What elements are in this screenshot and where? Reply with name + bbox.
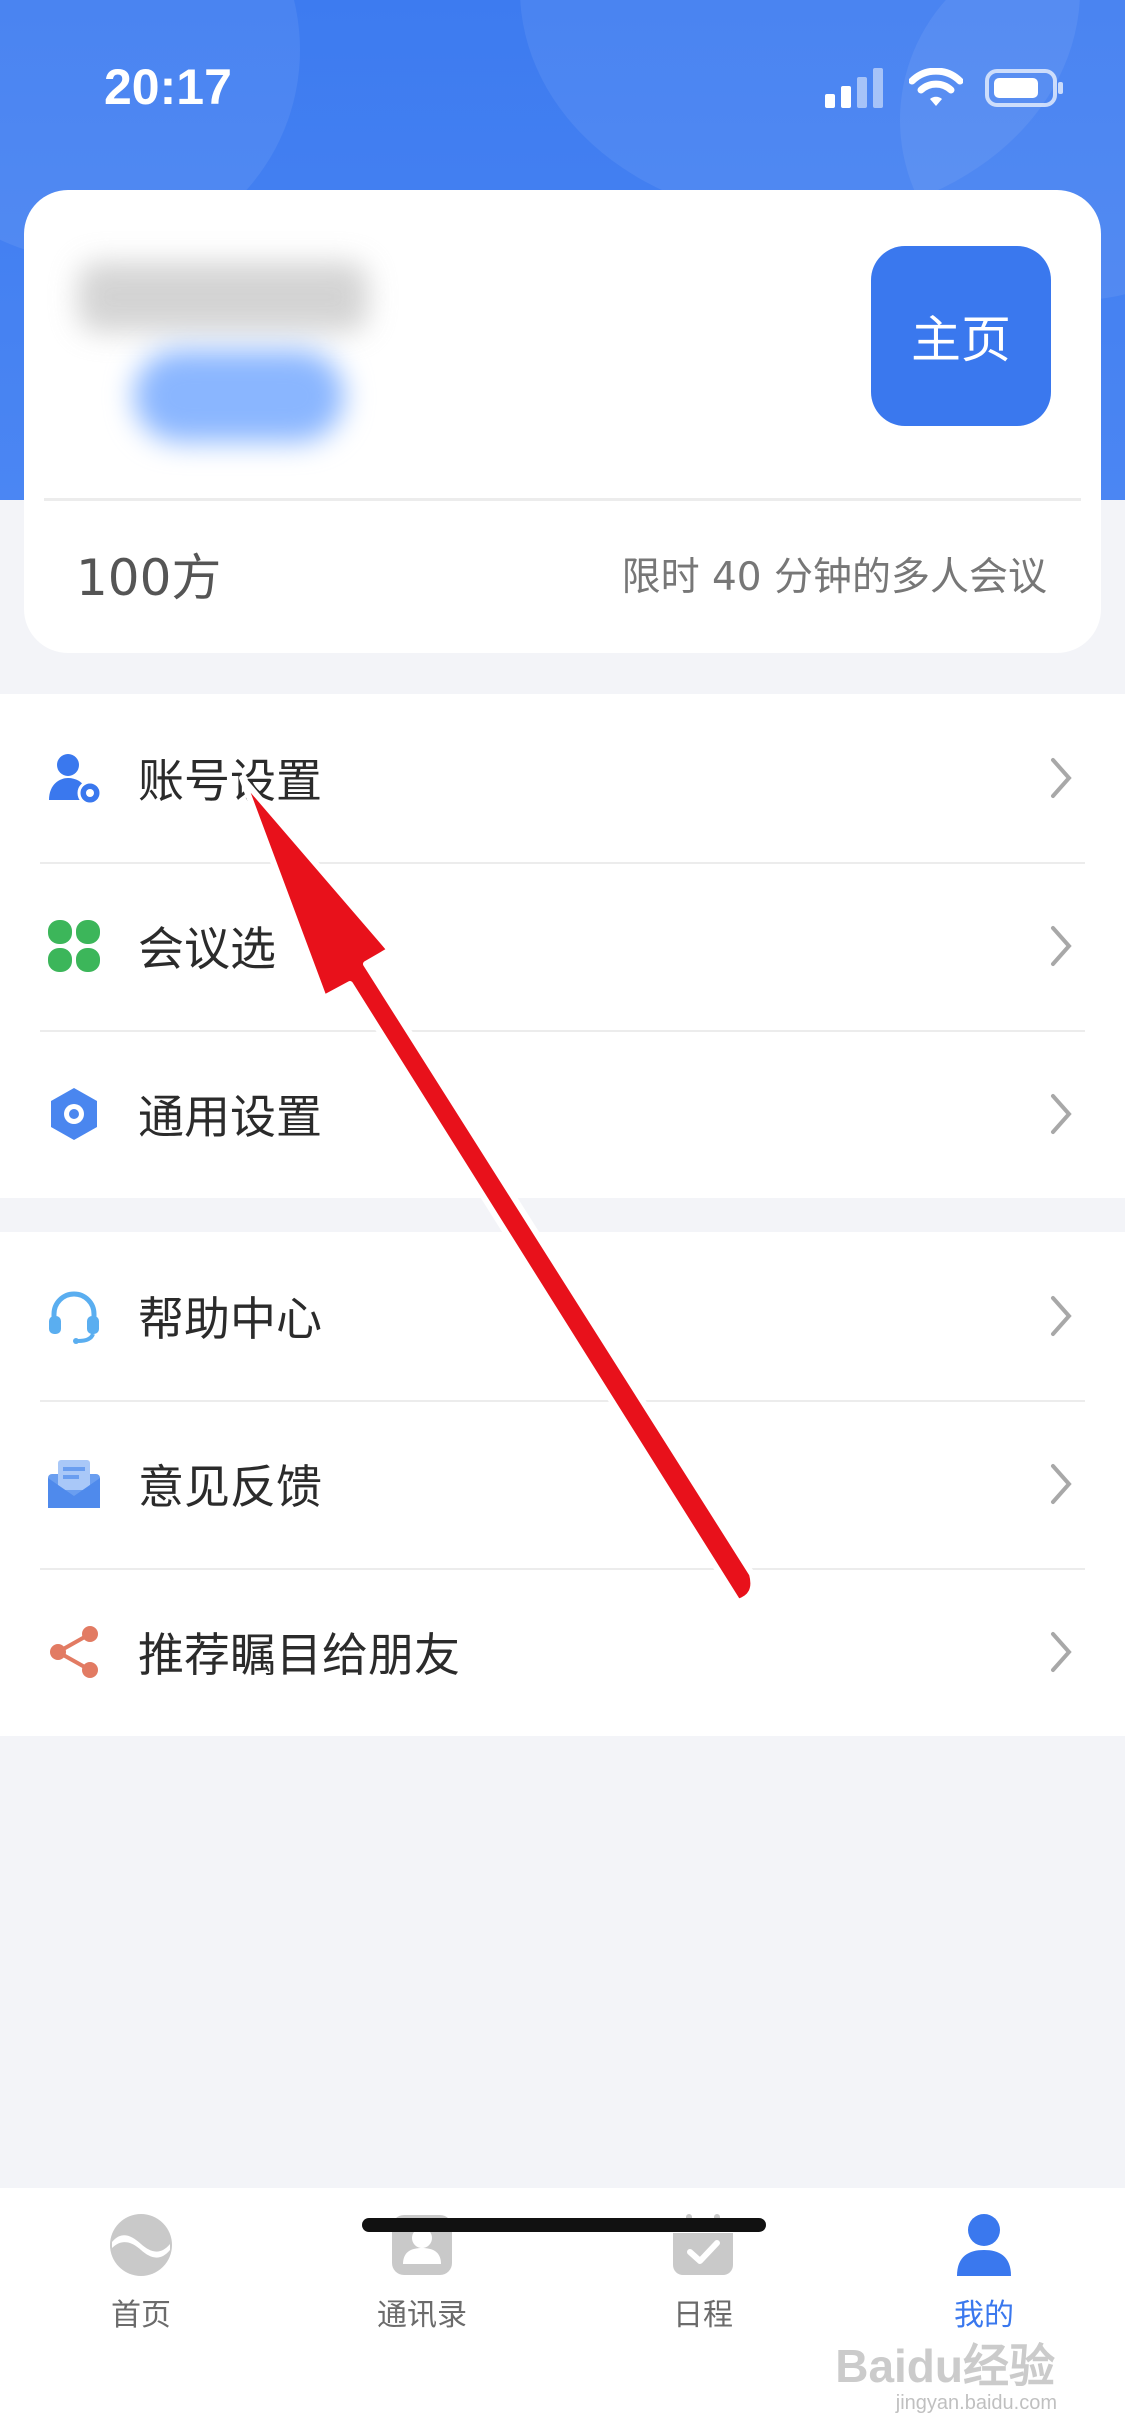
menu-item-feedback[interactable]: 意见反馈 xyxy=(0,1400,1125,1568)
menu-item-label: 意见反馈 xyxy=(138,1460,322,1514)
share-icon xyxy=(46,1624,102,1680)
card-divider xyxy=(44,498,1081,501)
person-icon xyxy=(957,2214,1011,2276)
user-gear-icon xyxy=(46,750,102,806)
mail-icon xyxy=(46,1456,102,1512)
chevron-right-icon xyxy=(1051,758,1072,798)
chevron-right-icon xyxy=(1051,1296,1072,1336)
meeting-capacity: 100方 xyxy=(76,549,222,607)
profile-card: 主页 100方 限时 40 分钟的多人会议 xyxy=(24,190,1101,653)
menu-item-label: 帮助中心 xyxy=(138,1292,322,1346)
tab-label: 首页 xyxy=(111,2298,171,2333)
menu-item-account-settings[interactable]: 账号设置 xyxy=(0,694,1125,862)
status-bar: 20:17 xyxy=(0,0,1125,180)
home-indicator xyxy=(362,2218,766,2232)
status-time: 20:17 xyxy=(104,59,232,115)
tab-contacts[interactable]: 通讯录 xyxy=(322,2212,522,2352)
support-menu-group: 帮助中心 意见反馈 推荐瞩目给朋友 xyxy=(0,1232,1125,1736)
tab-schedule[interactable]: 日程 xyxy=(603,2212,803,2352)
menu-item-label: 会议选 xyxy=(138,922,276,976)
clover-icon xyxy=(46,918,102,974)
meeting-capacity-description: 限时 40 分钟的多人会议 xyxy=(621,555,1047,600)
chevron-right-icon xyxy=(1051,1464,1072,1504)
watermark-url: jingyan.baidu.com xyxy=(895,2392,1057,2414)
menu-item-label: 账号设置 xyxy=(138,754,322,808)
menu-item-general-settings[interactable]: 通用设置 xyxy=(0,1030,1125,1198)
home-logo-icon xyxy=(110,2214,172,2276)
headset-icon xyxy=(46,1288,102,1344)
menu-item-help-center[interactable]: 帮助中心 xyxy=(0,1232,1125,1400)
cellular-signal-icon xyxy=(825,68,883,108)
tab-label: 我的 xyxy=(954,2298,1014,2333)
tab-home[interactable]: 首页 xyxy=(41,2212,241,2352)
chevron-right-icon xyxy=(1051,926,1072,966)
chevron-right-icon xyxy=(1051,1094,1072,1134)
menu-item-recommend-to-friends[interactable]: 推荐瞩目给朋友 xyxy=(0,1568,1125,1736)
menu-item-meeting-options[interactable]: 会议选 xyxy=(0,862,1125,1030)
watermark: Baidu经验 xyxy=(835,2340,1055,2392)
settings-menu-group: 账号设置 会议选 通用设置 xyxy=(0,694,1125,1198)
status-icons xyxy=(825,66,1065,110)
wifi-icon xyxy=(909,68,963,106)
chevron-right-icon xyxy=(1051,1632,1072,1672)
hexagon-settings-icon xyxy=(46,1086,102,1142)
tab-label: 日程 xyxy=(673,2298,733,2333)
home-page-button[interactable]: 主页 xyxy=(871,246,1051,426)
tab-label: 通讯录 xyxy=(377,2298,467,2333)
blurred-user-badge xyxy=(134,350,344,442)
menu-item-label: 推荐瞩目给朋友 xyxy=(138,1628,460,1682)
menu-item-label: 通用设置 xyxy=(138,1090,322,1144)
blurred-user-name xyxy=(78,262,368,332)
battery-icon xyxy=(985,69,1063,107)
